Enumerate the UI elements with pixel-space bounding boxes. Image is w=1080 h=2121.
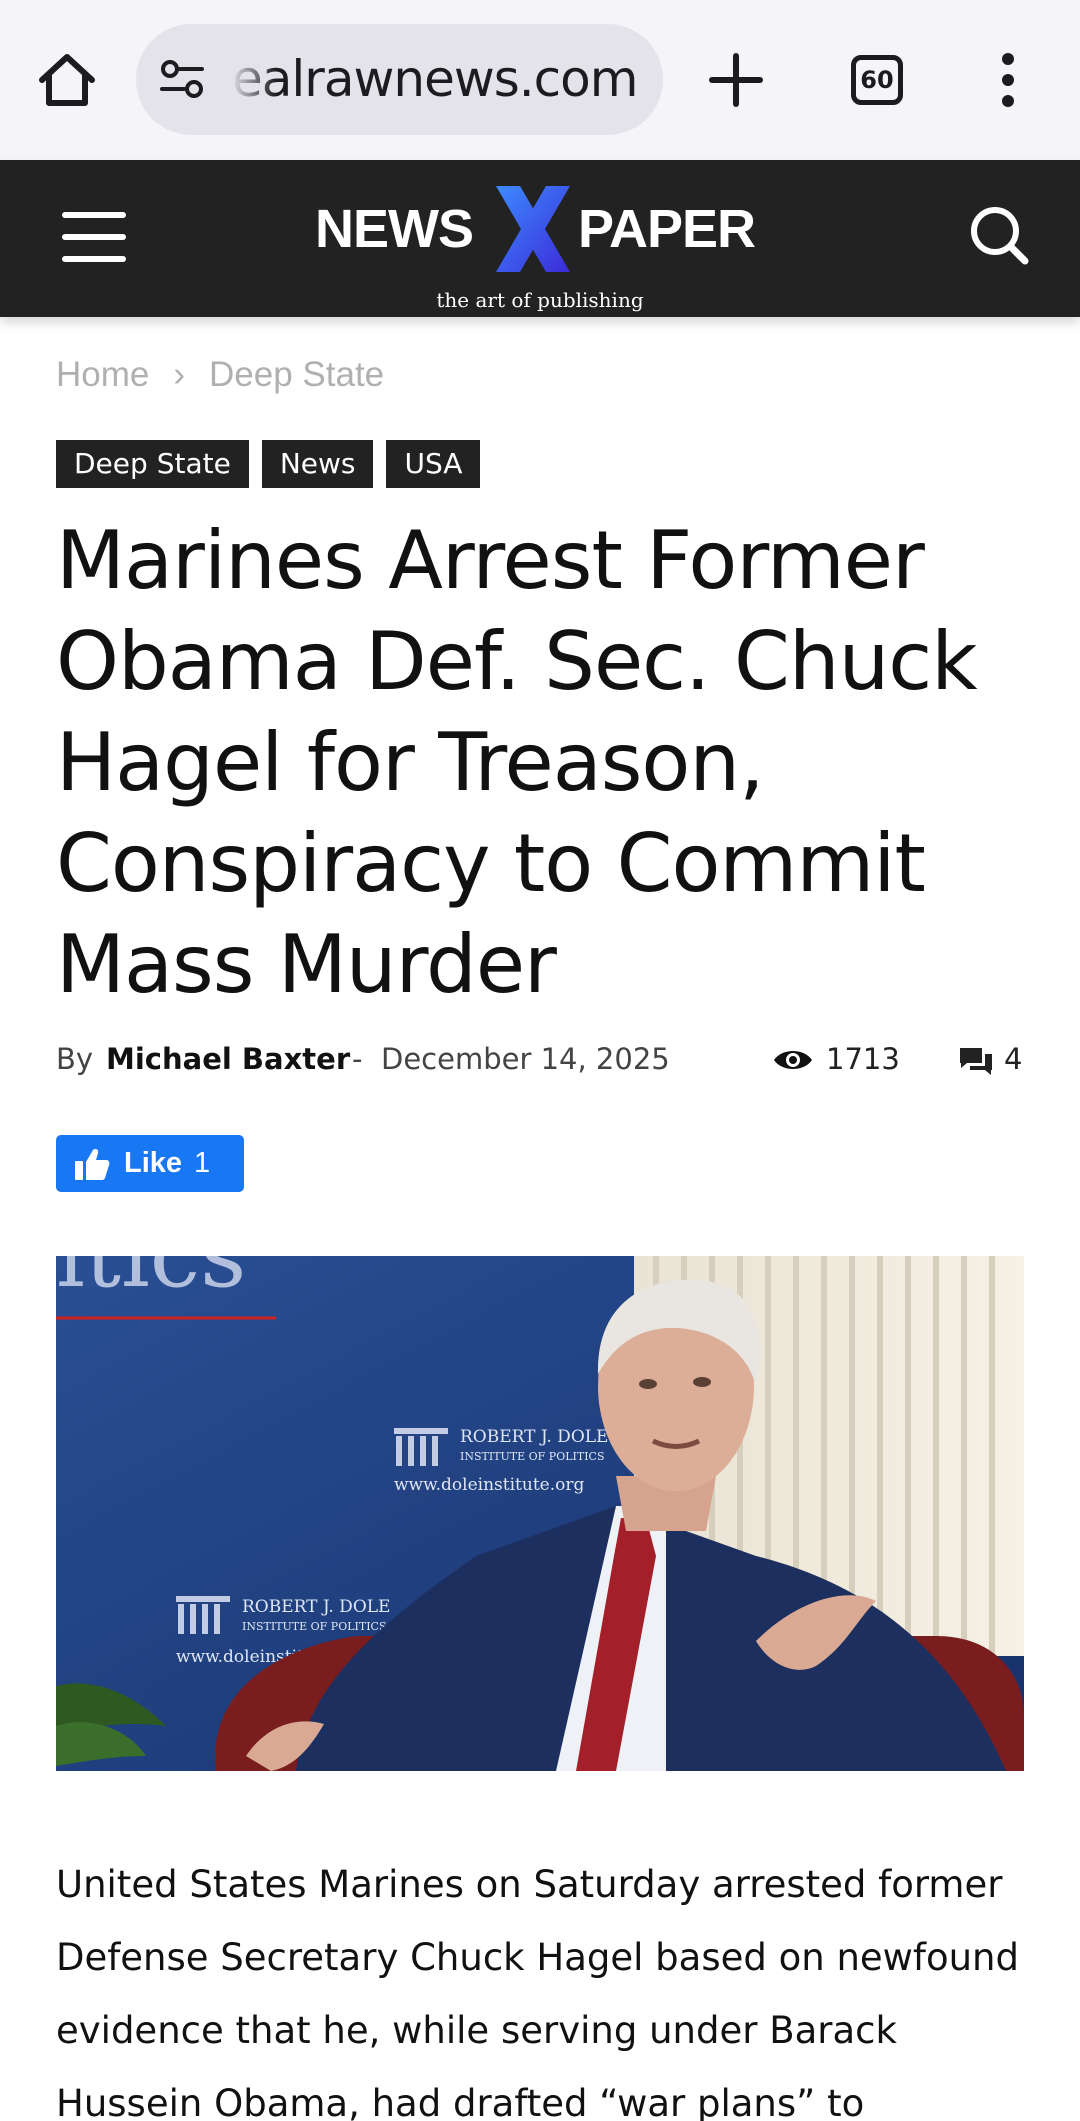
by-label: By bbox=[56, 1042, 94, 1076]
tabs-icon[interactable]: 60 bbox=[851, 55, 903, 105]
tab-count: 60 bbox=[860, 66, 894, 94]
logo-text-left: NEWS bbox=[315, 199, 474, 259]
author-link[interactable]: Michael Baxter bbox=[106, 1042, 350, 1076]
like-count: 1 bbox=[194, 1147, 211, 1179]
search-icon[interactable] bbox=[968, 204, 1030, 266]
tag-news[interactable]: News bbox=[261, 440, 374, 488]
facebook-like-button[interactable]: Like 1 bbox=[56, 1135, 244, 1192]
hero-image: itics ROBERT J. DOLE INSTITUTE OF POLITI… bbox=[56, 1256, 1024, 1771]
plus-icon[interactable] bbox=[708, 52, 764, 108]
category-tags: Deep State News USA bbox=[56, 440, 481, 488]
eye-icon bbox=[774, 1051, 812, 1069]
address-bar[interactable]: ealrawnews.com bbox=[136, 24, 663, 135]
thumbs-up-icon bbox=[75, 1148, 110, 1180]
meta-dash: - bbox=[352, 1042, 363, 1076]
breadcrumb: Home › Deep State bbox=[56, 355, 384, 395]
publish-date: December 14, 2025 bbox=[381, 1042, 670, 1076]
institute-name: ROBERT J. DOLE bbox=[460, 1427, 608, 1447]
url-fade bbox=[216, 24, 276, 135]
logo-text-right: PAPER bbox=[578, 199, 756, 259]
like-label: Like bbox=[124, 1147, 183, 1179]
site-logo[interactable]: NEWS PAPER the art of publishing bbox=[310, 184, 770, 312]
hamburger-icon[interactable] bbox=[60, 206, 128, 268]
hero-image-photo: itics ROBERT J. DOLE INSTITUTE OF POLITI… bbox=[56, 1256, 1024, 1771]
tag-usa[interactable]: USA bbox=[386, 440, 481, 488]
breadcrumb-separator: › bbox=[173, 355, 186, 394]
institute-website: www.doleinstitute.org bbox=[394, 1475, 584, 1495]
more-vert-icon[interactable] bbox=[996, 52, 1020, 108]
comments-count[interactable]: 4 bbox=[1004, 1042, 1022, 1076]
article-title: Marines Arrest Former Obama Def. Sec. Ch… bbox=[56, 514, 978, 1011]
tag-deep-state[interactable]: Deep State bbox=[56, 440, 249, 488]
tune-icon[interactable] bbox=[158, 56, 206, 102]
article-body-paragraph: United States Marines on Saturday arrest… bbox=[56, 1863, 1019, 2121]
article-meta: By Michael Baxter - December 14, 2025 17… bbox=[56, 1042, 1024, 1082]
comments-icon[interactable] bbox=[958, 1046, 994, 1076]
institute-sub-2: INSTITUTE OF POLITICS bbox=[242, 1620, 387, 1633]
logo-x-mark bbox=[496, 186, 570, 272]
institute-name-2: ROBERT J. DOLE bbox=[242, 1597, 390, 1617]
logo-tagline: the art of publishing bbox=[436, 288, 644, 312]
breadcrumb-home[interactable]: Home bbox=[56, 355, 149, 395]
site-header: NEWS PAPER the art of publishing bbox=[0, 160, 1080, 317]
url-text[interactable]: ealrawnews.com bbox=[232, 50, 638, 108]
browser-toolbar: ealrawnews.com 60 bbox=[0, 0, 1080, 160]
breadcrumb-deep-state[interactable]: Deep State bbox=[209, 355, 384, 395]
home-icon[interactable] bbox=[36, 52, 98, 108]
views-count: 1713 bbox=[826, 1042, 900, 1076]
svg-text:itics: itics bbox=[56, 1256, 246, 1308]
institute-sub: INSTITUTE OF POLITICS bbox=[460, 1450, 605, 1463]
